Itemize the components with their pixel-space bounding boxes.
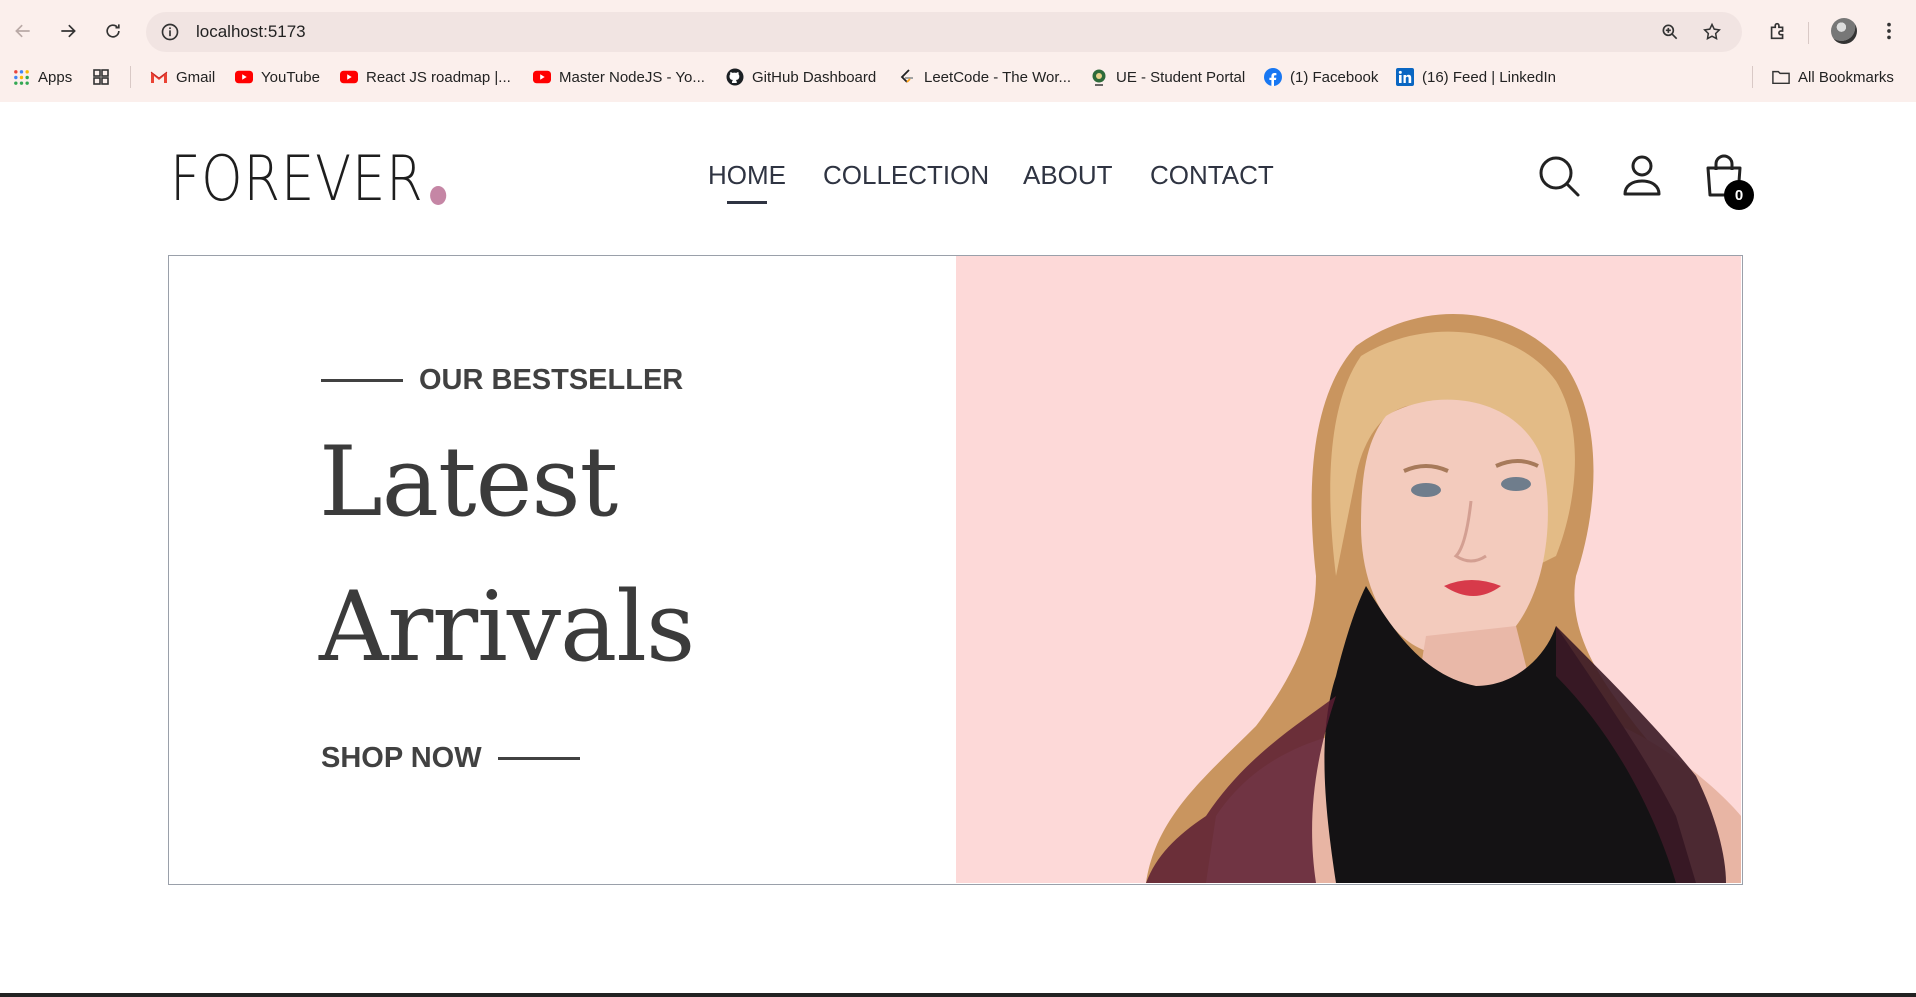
- bookmarks-separator: [130, 66, 131, 88]
- hero-headline-line1: Latest: [319, 426, 618, 538]
- facebook-icon: [1264, 68, 1282, 86]
- github-icon: [726, 68, 744, 86]
- hero-headline-line2: Arrivals: [319, 571, 695, 683]
- all-bookmarks[interactable]: All Bookmarks: [1772, 64, 1894, 90]
- cart-count-badge: 0: [1724, 180, 1754, 210]
- profile-menu-button[interactable]: [1620, 154, 1664, 203]
- site-logo[interactable]: FOREVER: [170, 142, 447, 215]
- browser-chrome: localhost:5173 Apps Gmail YouTube React …: [0, 0, 1916, 102]
- nav-collection[interactable]: COLLECTION: [823, 160, 989, 191]
- hero-text-panel: OUR BESTSELLER Latest Arrivals SHOP NOW: [169, 256, 956, 883]
- reload-icon: [106, 24, 120, 38]
- kicker-text: OUR BESTSELLER: [419, 364, 684, 396]
- kebab-menu-icon: [1887, 22, 1891, 40]
- folder-icon: [1772, 68, 1790, 86]
- nav-contact[interactable]: CONTACT: [1150, 160, 1274, 191]
- site-info-icon[interactable]: [158, 20, 182, 44]
- shop-now-link[interactable]: SHOP NOW: [321, 742, 580, 775]
- nav-home[interactable]: HOME: [708, 160, 786, 191]
- bookmark-apps[interactable]: Apps: [12, 64, 72, 90]
- logo-dot: [430, 186, 447, 205]
- hero-kicker: OUR BESTSELLER: [321, 364, 683, 397]
- bookmark-linkedin[interactable]: (16) Feed | LinkedIn: [1396, 64, 1556, 90]
- site-header: FOREVER HOME COLLECTION ABOUT CONTACT 0: [0, 102, 1916, 252]
- toolbar-separator: [1808, 22, 1809, 44]
- hero-image: [956, 256, 1741, 883]
- apps-grid-icon: [12, 68, 30, 86]
- zoom-icon[interactable]: [1658, 20, 1682, 44]
- back-button[interactable]: [8, 16, 38, 46]
- url-text[interactable]: localhost:5173: [196, 22, 306, 42]
- puzzle-icon: [1770, 22, 1784, 40]
- logo-text: FOREVER: [170, 142, 424, 215]
- nav-about[interactable]: ABOUT: [1023, 160, 1113, 191]
- linkedin-icon: [1396, 68, 1414, 86]
- bookmark-tab-groups[interactable]: [92, 64, 110, 90]
- youtube-icon: [340, 68, 358, 86]
- user-icon: [1623, 155, 1661, 196]
- youtube-icon: [533, 68, 551, 86]
- leetcode-icon: [898, 68, 916, 86]
- bookmark-facebook[interactable]: (1) Facebook: [1264, 64, 1378, 90]
- bookmark-react-roadmap[interactable]: React JS roadmap |...: [340, 64, 511, 90]
- bookmarks-separator-right: [1752, 66, 1753, 88]
- kicker-line: [321, 379, 403, 382]
- bookmarks-bar: Apps Gmail YouTube React JS roadmap |...: [0, 62, 1916, 92]
- bookmark-ue-student-portal[interactable]: UE - Student Portal: [1090, 64, 1245, 90]
- forward-button[interactable]: [53, 16, 83, 46]
- bookmark-github-dashboard[interactable]: GitHub Dashboard: [726, 64, 876, 90]
- search-button[interactable]: [1537, 154, 1581, 203]
- bookmark-master-nodejs[interactable]: Master NodeJS - Yo...: [533, 64, 705, 90]
- portal-icon: [1090, 68, 1108, 86]
- hero-banner: OUR BESTSELLER Latest Arrivals SHOP NOW: [168, 255, 1743, 885]
- shop-now-text: SHOP NOW: [321, 742, 482, 774]
- bookmark-leetcode[interactable]: LeetCode - The Wor...: [898, 64, 1071, 90]
- gmail-icon: [150, 68, 168, 86]
- browser-toolbar: localhost:5173: [0, 10, 1916, 52]
- shop-now-line: [497, 757, 580, 760]
- nav-active-underline: [727, 201, 767, 204]
- forward-arrow-icon: [61, 24, 76, 38]
- reload-button[interactable]: [98, 16, 128, 46]
- tab-groups-icon: [92, 68, 110, 86]
- search-icon: [1539, 156, 1580, 197]
- profile-button[interactable]: [1829, 16, 1859, 46]
- browser-menu-button[interactable]: [1874, 16, 1904, 46]
- back-arrow-icon: [15, 24, 30, 38]
- model-photo: [1146, 313, 1741, 883]
- avatar: [1831, 18, 1857, 44]
- bookmark-youtube[interactable]: YouTube: [235, 64, 320, 90]
- bookmark-gmail[interactable]: Gmail: [150, 64, 215, 90]
- address-bar[interactable]: localhost:5173: [146, 12, 1742, 52]
- bottom-taskbar-edge: [0, 993, 1916, 997]
- extensions-button[interactable]: [1763, 16, 1793, 46]
- bookmark-star-icon[interactable]: [1700, 20, 1724, 44]
- youtube-icon: [235, 68, 253, 86]
